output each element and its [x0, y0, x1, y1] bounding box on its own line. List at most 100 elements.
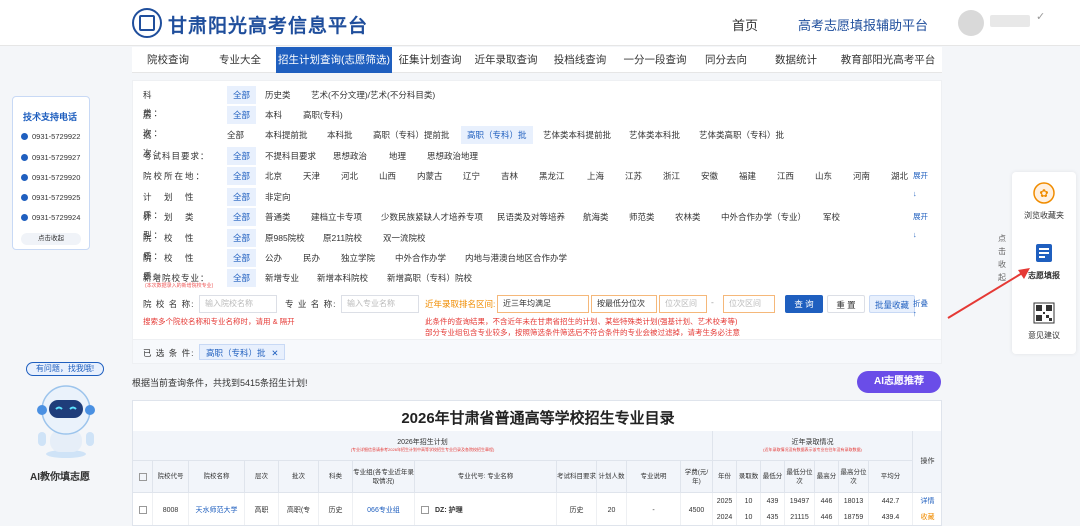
filter-option[interactable]: 思想政治 — [333, 147, 367, 165]
filter-option[interactable]: 内地与港澳台地区合作办学 — [465, 249, 567, 267]
filter-option[interactable]: 吉林 — [501, 167, 518, 185]
filter-option[interactable]: 本科 — [265, 106, 282, 124]
filter-option[interactable]: 历史类 — [265, 86, 291, 104]
filter-option[interactable]: 公办 — [265, 249, 282, 267]
school-name-link[interactable]: 天水师范大学 — [189, 493, 245, 525]
filter-option[interactable]: 黑龙江 — [539, 167, 565, 185]
detail-link[interactable]: 详情 — [913, 493, 941, 509]
filter-option[interactable]: 师范类 — [629, 208, 655, 226]
filter-option[interactable]: 天津 — [303, 167, 320, 185]
rank-from-input[interactable]: 位次区间 — [659, 295, 707, 313]
filter-option[interactable]: 地理 — [389, 147, 406, 165]
filter-option[interactable]: 中外合作办学 — [395, 249, 446, 267]
tab-statistics[interactable]: 数据统计 — [758, 47, 834, 73]
filter-option[interactable]: 全部 — [227, 86, 257, 104]
filter-option[interactable]: 航海类 — [583, 208, 609, 226]
filter-option[interactable]: 艺术(不分文理)/艺术(不分科目类) — [311, 86, 435, 104]
filter-option[interactable]: 全部 — [227, 208, 257, 226]
filter-option[interactable]: 艺体类高职（专科）批 — [699, 126, 784, 144]
right-collapse-toggle[interactable]: 点击收起 — [998, 232, 1010, 284]
select-all-cell[interactable] — [133, 461, 153, 493]
filter-option[interactable]: 安徽 — [701, 167, 718, 185]
filter-option[interactable]: 全部 — [227, 167, 257, 185]
filter-option[interactable]: 全部 — [227, 229, 257, 247]
row-checkbox[interactable] — [133, 493, 153, 525]
filter-option-selected[interactable]: 高职（专科）批 — [461, 126, 533, 144]
filter-option[interactable]: 普通类 — [265, 208, 291, 226]
robot-icon[interactable] — [32, 380, 100, 460]
feedback-button[interactable]: 意见建议 — [1012, 302, 1076, 341]
filter-option[interactable]: 山东 — [815, 167, 832, 185]
order-select[interactable]: 按最低分位次 — [591, 295, 657, 313]
filter-option[interactable]: 山西 — [379, 167, 396, 185]
site-logo-icon[interactable] — [132, 8, 162, 38]
filter-option[interactable]: 思想政治地理 — [427, 147, 478, 165]
filter-option[interactable]: 农林类 — [675, 208, 701, 226]
filter-option[interactable]: 军校 — [823, 208, 840, 226]
filter-option[interactable]: 全部 — [227, 147, 257, 165]
filter-option[interactable]: 双一流院校 — [383, 229, 426, 247]
ai-recommend-button[interactable]: AI志愿推荐 — [857, 371, 941, 393]
filter-option[interactable]: 新增高职（专科）院校 — [387, 269, 472, 287]
filter-option[interactable]: 辽宁 — [463, 167, 480, 185]
batch-favorite-button[interactable]: 批量收藏 — [869, 295, 915, 313]
user-name-blurred[interactable] — [990, 15, 1030, 27]
tab-majors[interactable]: 专业大全 — [204, 47, 276, 73]
filter-option[interactable]: 河南 — [853, 167, 870, 185]
filter-option[interactable]: 新增专业 — [265, 269, 299, 287]
filter-option[interactable]: 原985院校 — [265, 229, 305, 247]
filter-option[interactable]: 民办 — [303, 249, 320, 267]
filter-option[interactable]: 高职(专科) — [303, 106, 343, 124]
major-name-input[interactable]: 输入专业名称 — [341, 295, 419, 313]
filter-option[interactable]: 全部 — [227, 126, 244, 144]
filter-option[interactable]: 少数民族紧缺人才培养专项 — [381, 208, 483, 226]
filter-option[interactable]: 全部 — [227, 106, 257, 124]
tab-school-query[interactable]: 院校查询 — [132, 47, 204, 73]
filter-option[interactable]: 新增本科院校 — [317, 269, 368, 287]
nav-assist-link[interactable]: 高考志愿填报辅助平台 — [798, 15, 928, 34]
tab-enrollment-plan[interactable]: 招生计划查询(志愿筛选) — [276, 47, 392, 73]
favorites-button[interactable]: ✿ 浏览收藏夹 — [1012, 182, 1076, 221]
filter-option[interactable]: 中外合作办学（专业） — [721, 208, 806, 226]
filter-option[interactable]: 福建 — [739, 167, 756, 185]
favorite-link[interactable]: 收藏 — [913, 509, 941, 525]
filter-option[interactable]: 本科提前批 — [265, 126, 308, 144]
filter-option[interactable]: 不提科目要求 — [265, 147, 316, 165]
volunteer-fill-button[interactable]: 志愿填报 — [1012, 242, 1076, 281]
filter-option[interactable]: 独立学院 — [341, 249, 375, 267]
tab-moe-platform[interactable]: 教育部阳光高考平台 — [834, 47, 942, 73]
filter-option[interactable]: 高职（专科）提前批 — [373, 126, 450, 144]
tab-recent-admission[interactable]: 近年录取查询 — [468, 47, 544, 73]
filter-option[interactable]: 北京 — [265, 167, 282, 185]
filter-option[interactable]: 上海 — [587, 167, 604, 185]
filter-option[interactable]: 全部 — [227, 249, 257, 267]
filter-option[interactable]: 本科批 — [327, 126, 353, 144]
filter-option[interactable]: 艺体类本科提前批 — [543, 126, 611, 144]
filter-option[interactable]: 原211院校 — [323, 229, 362, 247]
filter-option[interactable]: 全部 — [227, 188, 257, 206]
search-button[interactable]: 查 询 — [785, 295, 823, 313]
filter-option[interactable]: 河北 — [341, 167, 358, 185]
year-select[interactable]: 近三年均满足 — [497, 295, 589, 313]
tab-score-segment[interactable]: 一分一段查询 — [616, 47, 694, 73]
group-link[interactable]: 066专业组 — [353, 493, 415, 525]
rank-to-input[interactable]: 位次区间 — [723, 295, 775, 313]
filter-option[interactable]: 湖北 — [891, 167, 908, 185]
filter-option[interactable]: 浙江 — [663, 167, 680, 185]
filter-option[interactable]: 内蒙古 — [417, 167, 443, 185]
avatar[interactable] — [958, 10, 984, 36]
filter-option[interactable]: 非定向 — [265, 188, 291, 206]
chevron-down-icon[interactable]: ✓ — [1036, 10, 1045, 23]
collapse-button[interactable]: 点击收起 — [21, 233, 81, 245]
close-icon[interactable]: ✕ — [271, 345, 278, 361]
ask-bubble[interactable]: 有问题，找我哦! — [26, 362, 104, 376]
filter-option[interactable]: 民语类及对等培养 — [497, 208, 565, 226]
filter-option[interactable]: 全部 — [227, 269, 257, 287]
fold-link[interactable]: 折叠 ↑ — [913, 298, 933, 318]
selected-chip[interactable]: 高职（专科）批 ✕ — [199, 344, 285, 360]
tab-solicit-plan[interactable]: 征集计划查询 — [392, 47, 468, 73]
filter-option[interactable]: 建档立卡专项 — [311, 208, 362, 226]
school-name-input[interactable]: 输入院校名称 — [199, 295, 277, 313]
tab-cutoff-line[interactable]: 投档线查询 — [544, 47, 616, 73]
nav-home-link[interactable]: 首页 — [732, 15, 758, 34]
